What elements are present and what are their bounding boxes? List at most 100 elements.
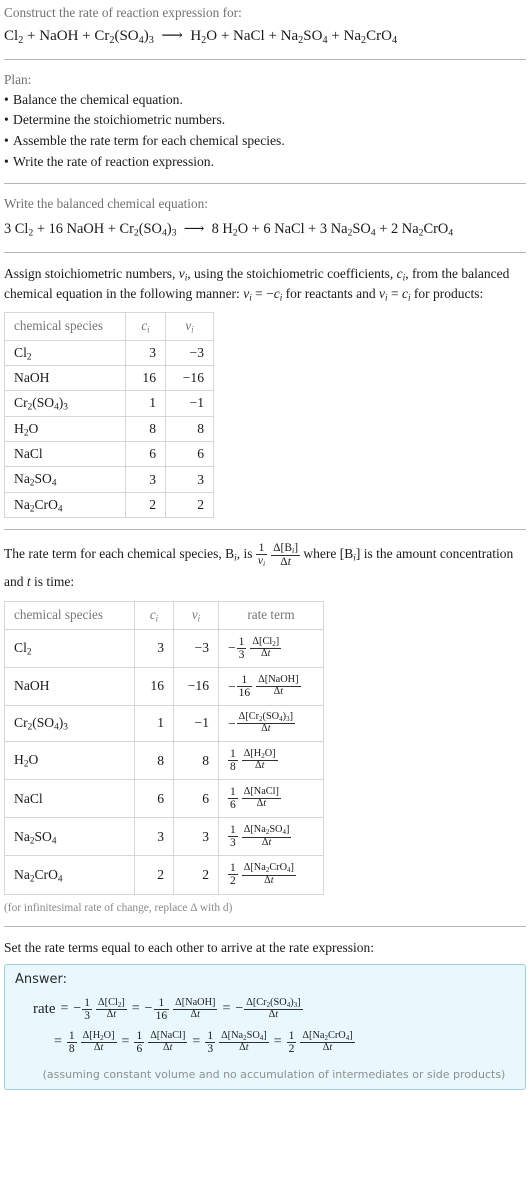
cell-ci: 2 [125,491,166,519]
cell-ci: 3 [125,466,166,493]
plan-item-label: Write the rate of reaction expression. [13,153,215,169]
rate-term-table: chemical species ci νi rate term Cl2 3 −… [4,601,324,895]
inline-fraction: 12 [286,1029,297,1055]
balanced-equation-label: Write the balanced chemical equation: [4,196,208,212]
cell-species: Na2CrO4 [4,855,135,895]
cell-nui: 3 [173,817,219,857]
plan-item: • Write the rate of reaction expression. [4,152,526,173]
table-header-row: chemical species ci νi [4,312,214,341]
inline-fraction: Δ[Bi] Δt [271,542,301,569]
cell-ci: 16 [134,666,174,706]
stoichiometric-numbers-table: chemical species ci νi Cl2 3 −3 NaOH 16 … [4,312,214,519]
cell-ci: 1 [134,704,174,743]
inline-fraction: Δ[NaOH] Δt [256,674,301,697]
cell-rate-term: −1 3 Δ[Cl2] Δt [218,628,324,668]
cell-nui: −1 [165,390,214,417]
cell-rate-term: 1 6 Δ[NaCl] Δt [218,779,324,819]
assign-text: Assign stoichiometric numbers, [4,265,179,281]
cell-species: Cr2(SO4)3 [4,390,126,417]
answer-label: Answer: [15,971,68,987]
plan-item-label: Determine the stoichiometric numbers. [13,112,226,128]
inline-fraction: Δ[NaCl] Δt [148,1029,188,1053]
inline-fraction: 16 [228,786,238,812]
column-header-species: chemical species [4,312,126,341]
inline-fraction: Δ[Na2CrO4] Δt [241,862,296,886]
equals-sign: = [60,1001,69,1017]
cell-ci: 1 [125,390,166,417]
cell-ci: 16 [125,365,166,392]
cell-ci: 3 [134,628,174,668]
table-row: Cr2(SO4)3 1 −1 − Δ[Cr2(SO4)3] Δt [4,704,324,743]
bullet-icon: • [4,133,9,148]
sign: − [228,715,236,731]
answer-box: Answer: rate = −1 3 Δ[Cl2] Δt = −1 16 Δ[NaOH] Δt = −… [4,963,526,1090]
inline-fraction: Δ[H2O] Δt [80,1029,117,1053]
inline-fraction: Δ[Na2SO4] Δt [241,824,292,848]
cell-rate-term: 1 2 Δ[Na2CrO4] Δt [218,855,324,895]
cell-rate-term: − Δ[Cr2(SO4)3] Δt [218,704,324,743]
page-root: Construct the rate of reaction expressio… [0,0,530,1090]
inline-fraction: Δ[Cr2(SO4)3] Δt [236,710,295,735]
inline-fraction: Δ[NaCl] Δt [241,786,281,810]
inline-fraction: Δ[Na2CrO4] Δt [300,1029,355,1053]
sign: − [228,678,236,694]
table-row: H2O 8 8 [4,415,214,443]
plan-item: • Determine the stoichiometric numbers. [4,110,526,131]
table-row: Na2SO4 3 3 1 3 Δ[Na2SO4] Δt [4,817,324,857]
table-row: Na2CrO4 2 2 1 2 Δ[Na2CrO4] Δt [4,855,324,895]
reaction-equation: Cl2 + NaOH + Cr2(SO4)3 ⟶ H2O + NaCl + Na… [4,27,398,46]
intro-text: The rate term for each chemical species,… [4,546,235,562]
table-row: Cl2 3 −3 −1 3 Δ[Cl2] Δt [4,628,324,668]
assign-text: , using the stoichiometric coefficients, [187,265,397,281]
cell-ci: 8 [134,741,174,781]
cell-species: Na2CrO4 [4,491,126,519]
bullet-icon: • [4,112,9,128]
cell-nui: −16 [165,365,214,392]
coeff: 6 [263,220,271,237]
cell-species: Na2SO4 [4,817,135,857]
cell-species: NaOH [4,365,126,392]
divider [4,59,526,61]
cell-ci: 8 [125,415,166,443]
sign: − [228,640,236,656]
inline-fraction: Δ[Cl2] Δt [96,996,127,1020]
intro-text: , is [236,546,256,562]
cell-rate-term: 1 3 Δ[Na2SO4] Δt [218,817,324,857]
cell-ci: 6 [134,779,174,819]
bullet-icon: • [4,91,9,107]
table-row: Na2CrO4 2 2 [4,491,214,519]
cell-species: Cl2 [4,339,126,367]
column-header-nui: νi [173,601,219,630]
cell-nui: 8 [165,415,214,443]
equals-sign: = [273,1034,282,1050]
assumption-note: (assuming constant volume and no accumul… [42,1067,506,1081]
table-row: NaCl 6 6 [4,441,214,468]
rate-term-footnote: (for infinitesimal rate of change, repla… [4,901,233,914]
intro-text: is time: [30,573,75,589]
column-header-rateterm: rate term [218,601,324,630]
column-header-species: chemical species [4,601,135,630]
plan-item: • Assemble the rate term for each chemica… [4,131,526,152]
equals-sign: = [131,1001,140,1017]
balanced-equation: 3 Cl2 + 16 NaOH + Cr2(SO4)3 ⟶ 8 H2O + 6 … [4,220,454,239]
equals-sign: = [192,1034,201,1050]
reaction-arrow-icon: ⟶ [183,220,205,237]
inline-fraction: 13 [82,996,93,1022]
inline-fraction: Δ[Cl2] Δt [250,635,282,659]
inline-fraction: Δ[NaOH] Δt [173,996,218,1020]
coeff: 8 [211,220,219,237]
cell-species: Cr2(SO4)3 [4,704,135,743]
plan-item-label: Assemble the rate term for each chemical… [13,133,285,148]
cell-nui: −3 [173,628,219,668]
inline-fraction: 13 [236,635,247,661]
equals-sign: = [121,1034,130,1050]
inline-fraction: 12 [228,862,238,888]
cell-rate-term: −1 16 Δ[NaOH] Δt [218,666,324,706]
cell-species: NaCl [4,779,135,819]
equals-sign: = [54,1034,62,1050]
assign-text: for products: [410,286,484,302]
cell-nui: −3 [165,339,214,367]
rate-word: rate [33,1000,56,1017]
divider [4,183,526,185]
cell-nui: −1 [173,704,219,743]
